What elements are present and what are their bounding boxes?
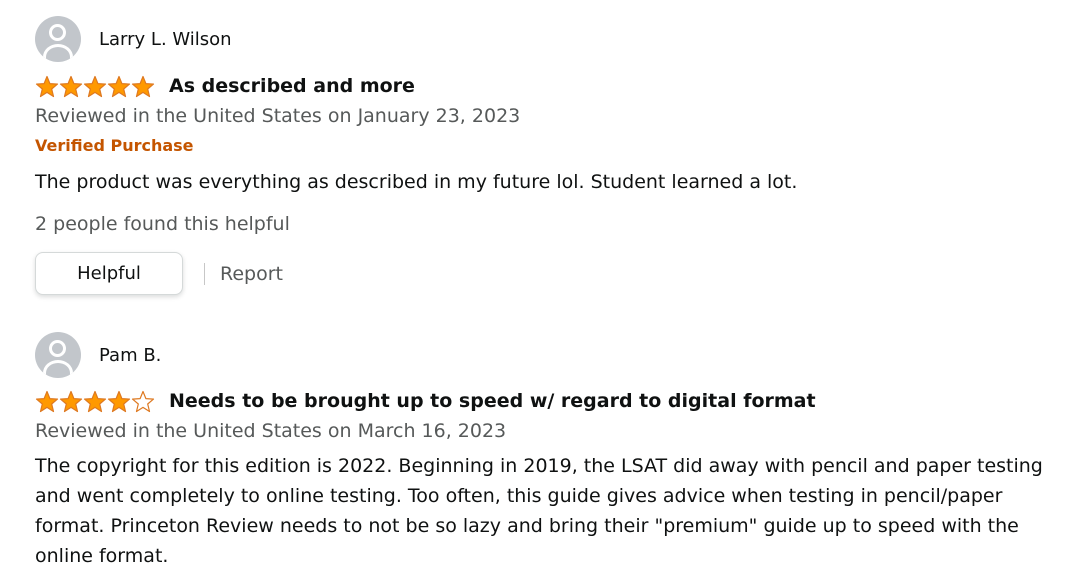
review-title[interactable]: Needs to be brought up to speed w/ regar…	[169, 390, 816, 412]
star-filled-icon	[35, 75, 59, 97]
review-body: The product was everything as described …	[35, 171, 798, 193]
star-filled-icon	[59, 75, 83, 97]
helpful-button[interactable]: Helpful	[35, 252, 183, 295]
default-user-avatar-icon[interactable]	[35, 332, 81, 378]
star-empty-icon	[131, 390, 155, 412]
default-user-avatar-icon[interactable]	[35, 16, 81, 62]
reviewer-name[interactable]: Larry L. Wilson	[99, 29, 232, 50]
star-rating[interactable]	[35, 390, 155, 413]
review-body: The copyright for this edition is 2022. …	[35, 455, 1043, 567]
review-date: Reviewed in the United States on January…	[35, 105, 521, 127]
reviewer-profile[interactable]: Pam B.	[35, 332, 1075, 378]
review-1: Larry L. Wilson As described and more Re…	[35, 16, 1075, 295]
action-divider	[204, 262, 205, 285]
star-filled-icon	[107, 390, 131, 412]
star-filled-icon	[83, 75, 107, 97]
reviewer-name[interactable]: Pam B.	[99, 345, 161, 366]
star-rating[interactable]	[35, 75, 155, 98]
star-filled-icon	[35, 390, 59, 412]
helpful-count: 2 people found this helpful	[35, 213, 290, 235]
review-title[interactable]: As described and more	[169, 75, 415, 97]
review-2: Pam B. Needs to be brought up to speed w…	[35, 332, 1075, 571]
star-filled-icon	[131, 75, 155, 97]
verified-purchase-badge: Verified Purchase	[35, 136, 194, 155]
star-filled-icon	[107, 75, 131, 97]
report-link[interactable]: Report	[220, 263, 283, 285]
star-filled-icon	[83, 390, 107, 412]
reviewer-profile[interactable]: Larry L. Wilson	[35, 16, 1075, 62]
review-date: Reviewed in the United States on March 1…	[35, 420, 507, 442]
star-filled-icon	[59, 390, 83, 412]
